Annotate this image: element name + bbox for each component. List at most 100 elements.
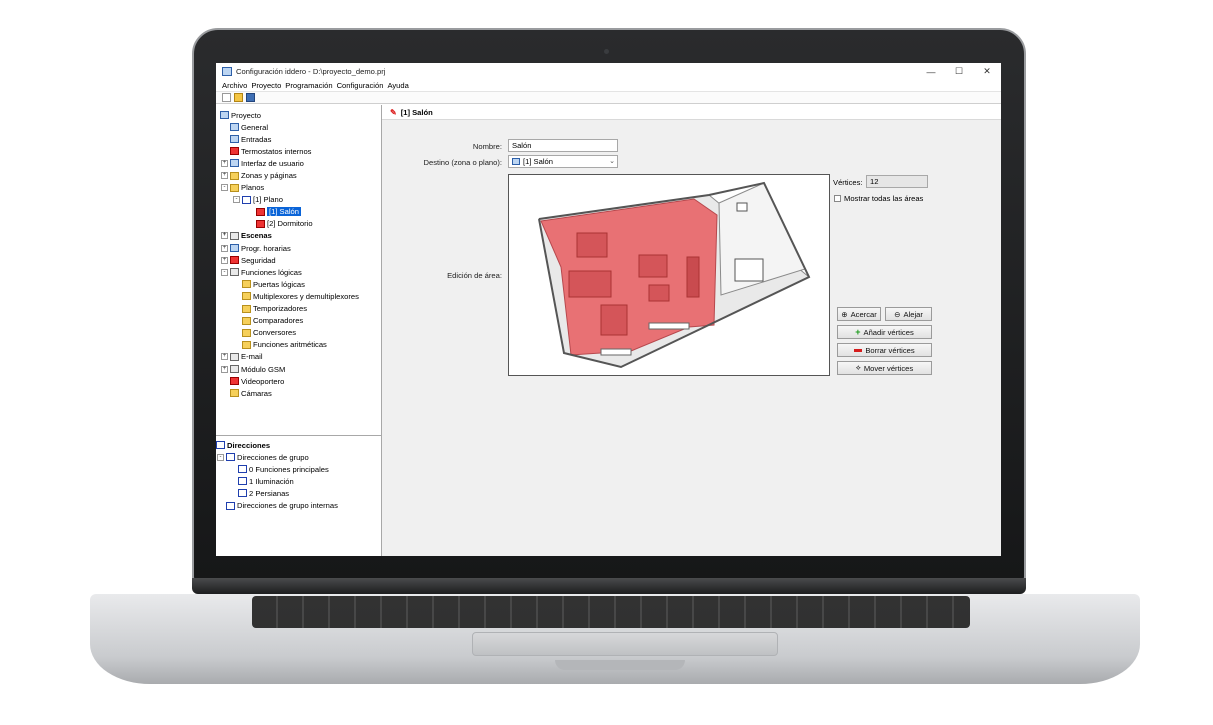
zoom-in-icon: ⊕ — [841, 309, 848, 319]
collapse-icon[interactable]: - — [221, 268, 228, 276]
project-icon — [220, 111, 229, 120]
tree-item[interactable]: - [1] Plano — [220, 194, 382, 206]
show-all-areas-checkbox[interactable]: Mostrar todas las áreas — [834, 194, 923, 203]
tree-item[interactable]: [2] Dormitorio — [220, 218, 382, 230]
toolbar — [216, 91, 1001, 104]
open-folder-icon[interactable] — [234, 93, 243, 102]
tree-item[interactable]: Entradas — [220, 133, 382, 145]
close-button[interactable]: ✕ — [973, 66, 1001, 77]
address-item[interactable]: Direcciones de grupo internas — [216, 499, 382, 511]
zones-icon — [230, 171, 239, 180]
tree-item[interactable]: Temporizadores — [220, 303, 382, 315]
tree-item[interactable]: Videoportero — [220, 375, 382, 387]
scenes-icon — [230, 231, 239, 240]
expand-icon[interactable]: + — [221, 172, 228, 180]
zoom-out-icon: ⊖ — [894, 309, 901, 319]
maximize-button[interactable]: ☐ — [945, 66, 973, 77]
menu-proyecto[interactable]: Proyecto — [251, 81, 281, 90]
menu-ayuda[interactable]: Ayuda — [387, 81, 408, 90]
folder-icon — [242, 304, 251, 313]
intercom-icon — [230, 377, 239, 386]
tree-item[interactable]: - Planos — [220, 182, 382, 194]
left-pane: Proyecto General Entradas Termostatos in… — [216, 105, 382, 556]
plan-icon — [512, 158, 520, 165]
destination-label: Destino (zona o plano): — [423, 158, 502, 167]
expand-icon[interactable]: + — [221, 353, 228, 361]
area-pin-icon: ✎ — [390, 107, 397, 117]
menu-archivo[interactable]: Archivo — [222, 81, 247, 90]
addresses-icon — [216, 441, 225, 450]
floorplan-drawing — [538, 181, 811, 369]
move-vertices-button[interactable]: ⟡ Mover vértices — [837, 361, 932, 375]
tree-item[interactable]: - Funciones lógicas — [220, 266, 382, 278]
tree-item[interactable]: Termostatos internos — [220, 145, 382, 157]
minimize-button[interactable]: — — [917, 67, 945, 77]
menu-programacion[interactable]: Programación — [285, 81, 332, 90]
area-icon — [256, 207, 265, 216]
vertices-label: Vértices: — [833, 178, 863, 187]
address-item[interactable]: 2 Persianas — [216, 487, 382, 499]
save-icon[interactable] — [246, 93, 255, 102]
trackpad — [472, 632, 778, 656]
folder-icon — [230, 183, 239, 192]
expand-icon[interactable]: + — [221, 159, 228, 167]
tree-item[interactable]: Conversores — [220, 327, 382, 339]
tree-root[interactable]: Proyecto — [220, 109, 382, 121]
tree-item[interactable]: Comparadores — [220, 315, 382, 327]
checkbox-box[interactable] — [834, 195, 841, 202]
expand-icon[interactable]: + — [221, 256, 228, 264]
address-item[interactable]: 1 Iluminación — [216, 475, 382, 487]
expand-icon[interactable]: + — [221, 232, 228, 240]
camera-icon — [230, 389, 239, 398]
address-item[interactable]: 0 Funciones principales — [216, 463, 382, 475]
floorplan-canvas[interactable] — [508, 174, 830, 376]
tree-item[interactable]: Multiplexores y demultiplexores — [220, 290, 382, 302]
destination-select[interactable]: [1] Salón ⌄ — [508, 155, 618, 168]
tree-item[interactable]: Funciones aritméticas — [220, 339, 382, 351]
tree-item-selected[interactable]: [1] Salón — [220, 206, 382, 218]
name-field[interactable]: Salón — [508, 139, 618, 152]
laptop-hinge — [192, 578, 1026, 594]
addresses-tree: Direcciones - Direcciones de grupo 0 Func… — [216, 435, 382, 556]
thermostat-icon — [230, 147, 239, 156]
tree-item[interactable]: + Escenas — [220, 230, 382, 242]
email-icon — [230, 352, 239, 361]
inputs-icon — [230, 135, 239, 144]
group-address-icon — [238, 489, 247, 498]
address-item[interactable]: - Direcciones de grupo — [216, 451, 382, 463]
new-file-icon[interactable] — [222, 93, 231, 102]
menu-configuracion[interactable]: Configuración — [337, 81, 384, 90]
project-tree: Proyecto General Entradas Termostatos in… — [216, 105, 382, 431]
folder-icon — [242, 280, 251, 289]
expand-icon[interactable]: + — [221, 244, 228, 252]
zoom-in-button[interactable]: ⊕ Acercar — [837, 307, 881, 321]
security-icon — [230, 256, 239, 265]
tree-item[interactable]: + Interfaz de usuario — [220, 157, 382, 169]
area-edit-label: Edición de área: — [447, 271, 502, 280]
tree-item[interactable]: Cámaras — [220, 387, 382, 399]
group-address-icon — [238, 477, 247, 486]
tree-item[interactable]: + E-mail — [220, 351, 382, 363]
window-title: Configuración iddero - D:\proyecto_demo.… — [236, 67, 386, 76]
tree-item[interactable]: + Seguridad — [220, 254, 382, 266]
tree-item[interactable]: + Módulo GSM — [220, 363, 382, 375]
tree-item[interactable]: + Progr. horarias — [220, 242, 382, 254]
delete-vertices-button[interactable]: Borrar vértices — [837, 343, 932, 357]
addresses-root[interactable]: Direcciones — [216, 439, 382, 451]
tree-item[interactable]: + Zonas y páginas — [220, 169, 382, 181]
group-address-icon — [238, 465, 247, 474]
zoom-out-button[interactable]: ⊖ Alejar — [885, 307, 932, 321]
collapse-icon[interactable]: - — [217, 453, 224, 461]
folder-icon — [242, 292, 251, 301]
minus-icon — [854, 348, 863, 352]
collapse-icon[interactable]: - — [233, 196, 240, 204]
tree-item[interactable]: General — [220, 121, 382, 133]
general-icon — [230, 123, 239, 132]
collapse-icon[interactable]: - — [221, 184, 228, 192]
vertices-count: 12 — [866, 175, 928, 188]
expand-icon[interactable]: + — [221, 365, 228, 373]
add-vertices-button[interactable]: + Añadir vértices — [837, 325, 932, 339]
title-bar: Configuración iddero - D:\proyecto_demo.… — [216, 63, 1001, 80]
keyboard — [252, 596, 970, 628]
tree-item[interactable]: Puertas lógicas — [220, 278, 382, 290]
